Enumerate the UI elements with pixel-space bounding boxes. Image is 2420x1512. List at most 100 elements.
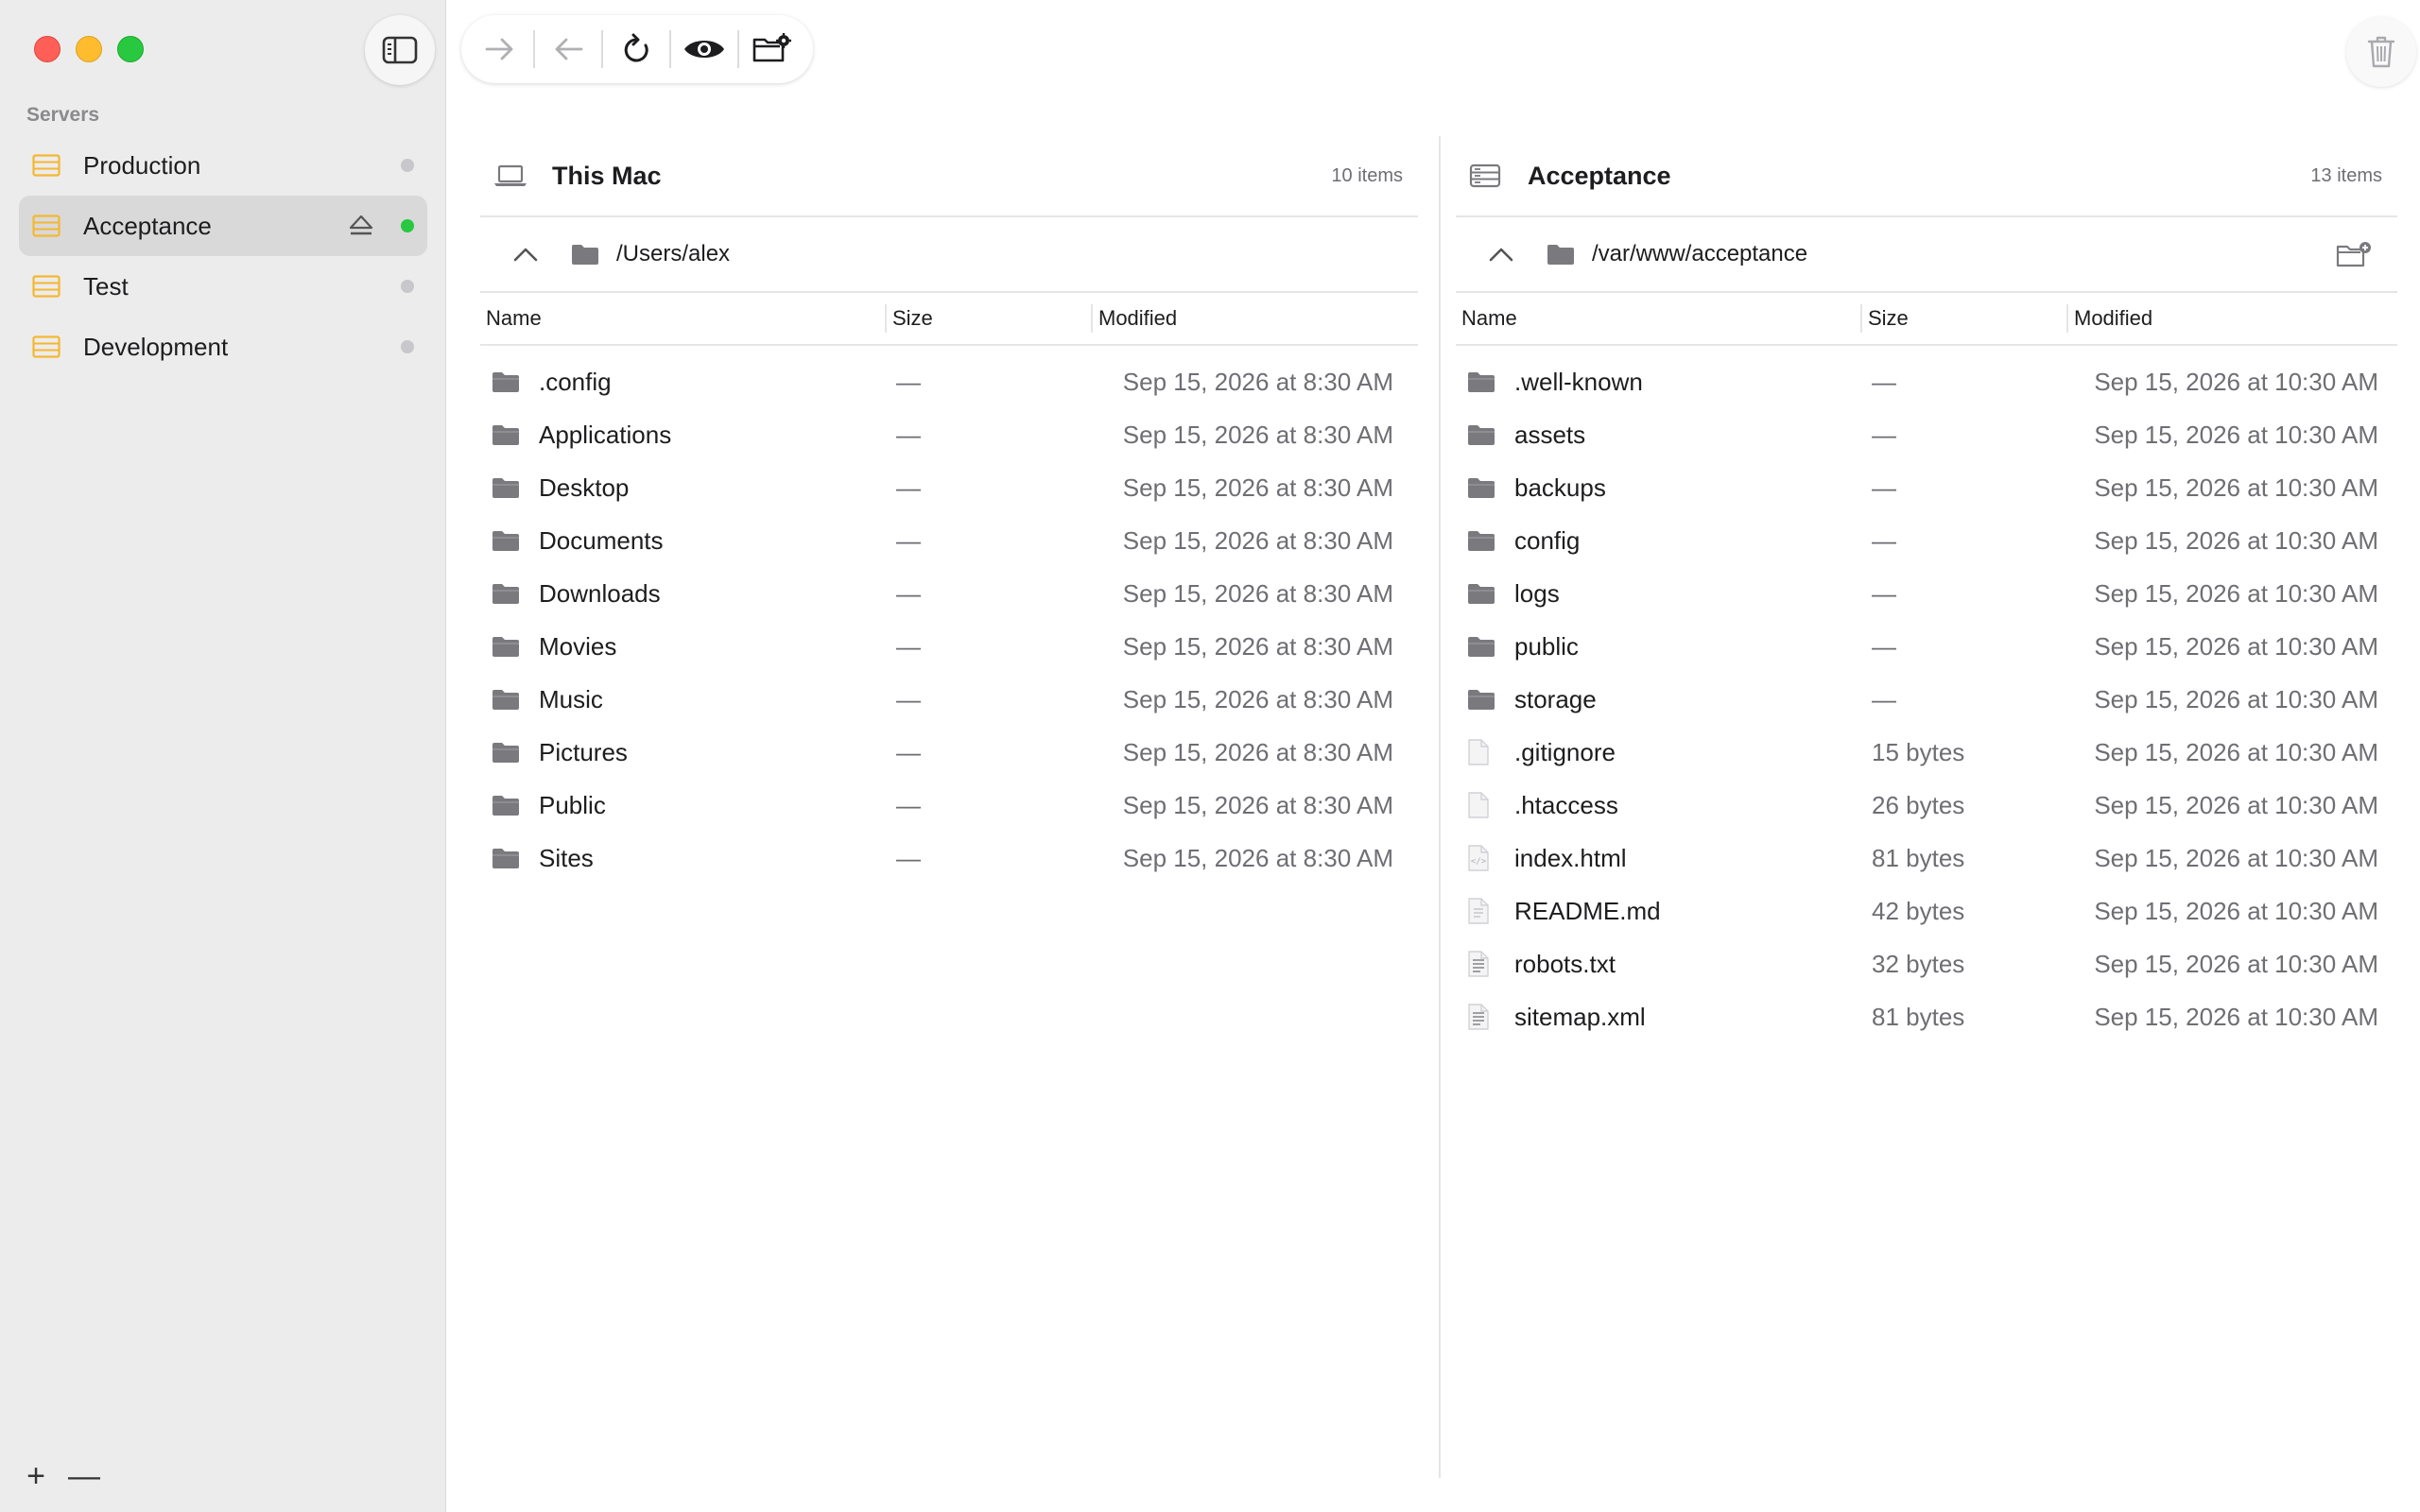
table-row[interactable]: Documents — Sep 15, 2026 at 8:30 AM — [480, 514, 1418, 567]
column-size[interactable]: Size — [1860, 304, 2066, 333]
column-modified[interactable]: Modified — [2066, 304, 2397, 333]
file-type-icon — [1467, 527, 1497, 554]
table-row[interactable]: storage — Sep 15, 2026 at 10:30 AM — [1456, 673, 2397, 726]
refresh-button[interactable] — [609, 22, 664, 77]
folder-icon — [493, 372, 519, 392]
toolbar-separator — [533, 30, 535, 68]
table-row[interactable]: config — Sep 15, 2026 at 10:30 AM — [1456, 514, 2397, 567]
local-pane: This Mac 10 items /Users/alex Name Size … — [480, 136, 1418, 885]
file-size: — — [896, 843, 921, 872]
file-name-cell: README.md — [1456, 897, 1860, 926]
status-indicator — [401, 219, 414, 232]
column-name[interactable]: Name — [1456, 304, 1860, 333]
file-modified: Sep 15, 2026 at 8:30 AM — [1122, 790, 1393, 819]
remote-pane-header: Acceptance 13 items — [1456, 136, 2397, 217]
remote-pane: Acceptance 13 items /var/www/acceptance … — [1456, 136, 2397, 1043]
table-row[interactable]: public — Sep 15, 2026 at 10:30 AM — [1456, 620, 2397, 673]
file-size: — — [896, 578, 921, 608]
table-row[interactable]: Music — Sep 15, 2026 at 8:30 AM — [480, 673, 1418, 726]
parent-folder-button[interactable] — [1488, 246, 1516, 263]
sidebar-toggle-button[interactable] — [365, 15, 435, 85]
file-type-icon — [1467, 580, 1497, 607]
folder-icon — [493, 478, 519, 498]
column-modified[interactable]: Modified — [1091, 304, 1418, 333]
close-window-button[interactable] — [34, 36, 60, 62]
folder-icon — [493, 584, 519, 604]
table-row[interactable]: README.md 42 bytes Sep 15, 2026 at 10:30 A… — [1456, 885, 2397, 937]
table-row[interactable]: .htaccess 26 bytes Sep 15, 2026 at 10:30 A… — [1456, 779, 2397, 832]
toolbar-separator — [737, 30, 739, 68]
file-type-icon — [1467, 421, 1497, 448]
file-name-cell: .well-known — [1456, 368, 1860, 397]
sidebar-footer: + — — [21, 1459, 100, 1493]
pane-divider[interactable] — [1439, 136, 1441, 1478]
file-size: — — [896, 684, 921, 713]
file-size: — — [1872, 420, 1896, 449]
eject-button[interactable] — [348, 213, 374, 239]
table-row[interactable]: .config — Sep 15, 2026 at 8:30 AM — [480, 355, 1418, 408]
new-folder-button[interactable] — [2335, 240, 2373, 268]
sidebar-item-acceptance[interactable]: Acceptance — [19, 196, 427, 256]
file-size: — — [896, 631, 921, 661]
column-size[interactable]: Size — [885, 304, 1091, 333]
file-name: logs — [1514, 578, 1560, 608]
preview-button[interactable] — [677, 22, 732, 77]
table-row[interactable]: backups — Sep 15, 2026 at 10:30 AM — [1456, 461, 2397, 514]
file-type-icon — [1467, 739, 1497, 765]
table-row[interactable]: Public — Sep 15, 2026 at 8:30 AM — [480, 779, 1418, 832]
document-icon — [1468, 951, 1489, 977]
folder-icon — [1468, 478, 1495, 498]
laptop-icon — [494, 164, 527, 186]
table-row[interactable]: Desktop — Sep 15, 2026 at 8:30 AM — [480, 461, 1418, 514]
table-row[interactable]: Sites — Sep 15, 2026 at 8:30 AM — [480, 832, 1418, 885]
file-name: public — [1514, 631, 1579, 661]
add-server-button[interactable]: + — [21, 1459, 51, 1493]
folder-settings-button[interactable] — [745, 22, 800, 77]
table-row[interactable]: Movies — Sep 15, 2026 at 8:30 AM — [480, 620, 1418, 673]
forward-button[interactable] — [473, 22, 527, 77]
file-name: Pictures — [539, 737, 628, 766]
status-indicator — [401, 159, 414, 172]
table-row[interactable]: .gitignore 15 bytes Sep 15, 2026 at 10:30 … — [1456, 726, 2397, 779]
file-name: assets — [1514, 420, 1586, 449]
file-modified: Sep 15, 2026 at 8:30 AM — [1122, 525, 1393, 555]
back-button[interactable] — [541, 22, 596, 77]
toolbar — [461, 15, 813, 83]
zoom-window-button[interactable] — [117, 36, 144, 62]
server-list: Production Acceptance Test Development — [19, 135, 427, 377]
file-size: — — [1872, 367, 1896, 396]
trash-button[interactable] — [2346, 17, 2416, 87]
file-size: — — [1872, 684, 1896, 713]
file-name-cell: Public — [480, 791, 885, 820]
sidebar-item-production[interactable]: Production — [19, 135, 427, 196]
file-name-cell: Downloads — [480, 579, 885, 609]
file-size: 15 bytes — [1872, 737, 1965, 766]
remote-column-header: Name Size Modified — [1456, 293, 2397, 346]
table-row[interactable]: logs — Sep 15, 2026 at 10:30 AM — [1456, 567, 2397, 620]
minimize-window-button[interactable] — [76, 36, 102, 62]
file-name-cell: Movies — [480, 632, 885, 662]
table-row[interactable]: Downloads — Sep 15, 2026 at 8:30 AM — [480, 567, 1418, 620]
remove-server-button[interactable]: — — [68, 1459, 100, 1493]
table-row[interactable]: robots.txt 32 bytes Sep 15, 2026 at 10:30 … — [1456, 937, 2397, 990]
folder-icon — [1468, 637, 1495, 657]
file-name: .gitignore — [1514, 737, 1616, 766]
parent-folder-button[interactable] — [512, 246, 541, 263]
table-row[interactable]: sitemap.xml 81 bytes Sep 15, 2026 at 10:30… — [1456, 990, 2397, 1043]
file-modified: Sep 15, 2026 at 8:30 AM — [1122, 737, 1393, 766]
table-row[interactable]: Pictures — Sep 15, 2026 at 8:30 AM — [480, 726, 1418, 779]
table-row[interactable]: assets — Sep 15, 2026 at 10:30 AM — [1456, 408, 2397, 461]
table-row[interactable]: .well-known — Sep 15, 2026 at 10:30 AM — [1456, 355, 2397, 408]
folder-icon — [493, 743, 519, 763]
table-row[interactable]: </> index.html 81 bytes Sep 15, 2026 at 10:… — [1456, 832, 2397, 885]
table-row[interactable]: Applications — Sep 15, 2026 at 8:30 AM — [480, 408, 1418, 461]
file-name: Desktop — [539, 472, 630, 502]
sidebar-item-development[interactable]: Development — [19, 317, 427, 377]
file-type-icon: </> — [1467, 845, 1497, 871]
sidebar-icon — [382, 36, 418, 64]
column-name[interactable]: Name — [480, 304, 885, 333]
sidebar-item-test[interactable]: Test — [19, 256, 427, 317]
local-path: /Users/alex — [616, 241, 731, 266]
file-name: Sites — [539, 843, 594, 872]
file-modified: Sep 15, 2026 at 8:30 AM — [1122, 420, 1393, 449]
